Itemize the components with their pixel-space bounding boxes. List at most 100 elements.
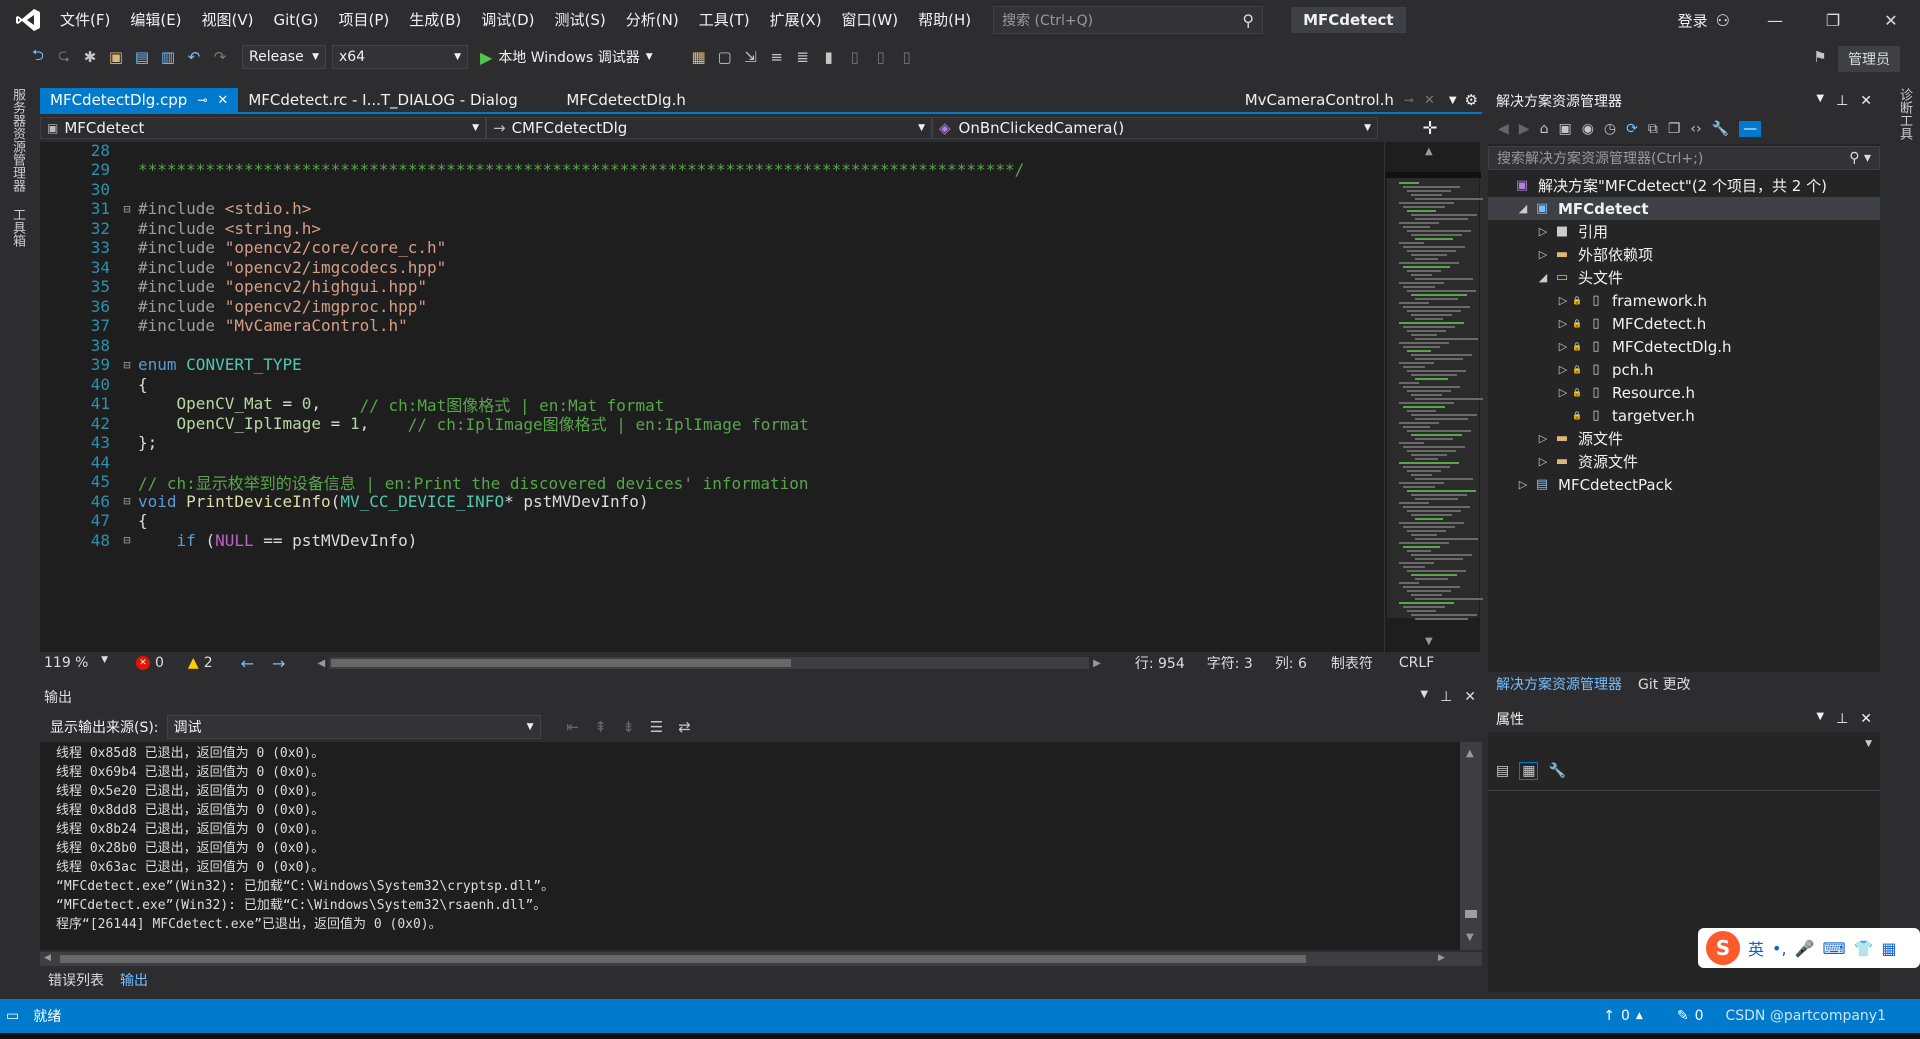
error-count[interactable]: ✕ 0 [136,655,164,671]
microphone-icon[interactable]: 🎤 [1795,939,1815,958]
tree-item[interactable]: ▷ ▤ MFCdetectPack [1488,473,1880,496]
settings-gear-icon[interactable]: ⚙ [1461,88,1482,112]
output-text[interactable]: 线程 0x85d8 已退出，返回值为 0 (0x0)。 线程 0x69b4 已退出… [40,742,1460,950]
warning-count[interactable]: ▲ 2 [188,655,213,671]
switch-views-icon[interactable]: ▣ [1558,121,1571,137]
login-button[interactable]: 登录 ⚇ [1678,10,1730,31]
ime-toolbar[interactable]: S 英 •, 🎤 ⌨ 👕 ▦ [1698,928,1920,968]
configuration-select[interactable]: Release ▼ [242,45,326,69]
back-icon[interactable]: ◀ [1498,121,1509,137]
chevron-down-icon[interactable]: ▼ [1420,689,1428,705]
menu-item[interactable]: 调试(D) [471,0,544,40]
screenshot-icon[interactable]: ▢ [715,47,735,67]
bookmark-icon[interactable]: ▮ [819,47,839,67]
fold-toggle-icon[interactable]: ⊟ [116,533,138,547]
show-all-files-icon[interactable]: ◉ [1582,121,1594,137]
editor-horizontal-scrollbar[interactable] [329,657,1090,669]
save-icon[interactable]: ▤ [132,47,152,67]
close-icon[interactable]: ✕ [1860,711,1872,727]
tree-item[interactable]: ▷ 🔒 ▯ MFCdetect.h [1488,312,1880,335]
output-horizontal-scrollbar[interactable]: ◀ ▶ [40,952,1482,966]
restore-button[interactable]: ❐ [1804,0,1862,40]
toolbox-tab[interactable]: 工具箱 [7,208,27,247]
minimize-button[interactable]: — [1746,0,1804,40]
scroll-left-icon[interactable]: ◀ [44,953,51,963]
forward-icon[interactable]: ▶ [1519,121,1530,137]
member-dropdown[interactable]: ◈ OnBnClickedCamera() ▼ [932,117,1378,139]
menu-item[interactable]: 视图(V) [192,0,264,40]
tree-item[interactable]: ▷ ■ 引用 [1488,220,1880,243]
output-window-icon[interactable]: ▭ [6,1008,19,1024]
scroll-right-icon[interactable]: ▶ [1093,658,1101,669]
live-share-icon[interactable]: ⚑ [1810,47,1830,67]
collapsed-arrow-icon[interactable]: ▷ [1554,363,1572,376]
pending-changes-icon[interactable]: ◷ [1604,121,1616,137]
platform-select[interactable]: x64 ▼ [332,45,468,69]
menu-item[interactable]: 分析(N) [616,0,689,40]
menu-item[interactable]: Git(G) [264,0,329,40]
word-wrap-icon[interactable]: ⇄ [675,717,695,737]
collapsed-arrow-icon[interactable]: ▷ [1514,478,1532,491]
categorized-icon[interactable]: ▤ [1496,763,1509,779]
arrow-right-icon[interactable]: → [272,654,285,673]
chevron-down-icon[interactable]: ▼ [1816,93,1824,109]
comment-icon[interactable]: ≡ [767,47,787,67]
tabs-indicator[interactable]: 制表符 [1331,653,1373,673]
collapsed-arrow-icon[interactable]: ▷ [1534,432,1552,445]
class-dropdown[interactable]: → CMFCdetectDlg ▼ [486,117,932,139]
collapsed-arrow-icon[interactable]: ▷ [1554,294,1572,307]
tree-item[interactable]: ▷ 🔒 ▯ MFCdetectDlg.h [1488,335,1880,358]
char-indicator[interactable]: 字符: 3 [1207,653,1253,673]
clear-all-icon[interactable]: ☰ [647,717,667,737]
tree-item[interactable]: ▷ ▬ 外部依赖项 [1488,243,1880,266]
save-all-icon[interactable]: ▥ [158,47,178,67]
property-pages-icon[interactable]: 🔧 [1548,763,1565,779]
pin-icon[interactable]: ⊥ [1440,689,1452,705]
start-debugging-button[interactable]: ▶ 本地 Windows 调试器 ▼ [474,47,659,67]
publish-indicator[interactable]: ↑ 0 ▲ [1603,1008,1643,1024]
diagnostics-tab[interactable]: 诊断工具 [1894,88,1914,140]
fold-toggle-icon[interactable]: ⊟ [116,358,138,372]
tree-item[interactable]: ▷ ▬ 源文件 [1488,427,1880,450]
tree-item[interactable]: 🔒 ▯ targetver.h [1488,404,1880,427]
redo-icon[interactable]: ↷ [210,47,230,67]
tab-mfcdetectdlg-h[interactable]: MFCdetectDlg.h [556,88,696,112]
tree-item[interactable]: ▷ 🔒 ▯ pch.h [1488,358,1880,381]
output-vertical-scrollbar[interactable]: ▲ ▼ [1460,742,1482,950]
next-bookmark-icon[interactable]: ▯ [871,47,891,67]
tab-output[interactable]: 输出 [112,970,156,992]
tree-item[interactable]: ▣ 解决方案"MFCdetect"(2 个项目，共 2 个) [1488,174,1880,197]
pin-icon[interactable]: ⊥ [1836,93,1848,109]
menu-item[interactable]: 扩展(X) [760,0,832,40]
new-project-icon[interactable]: ✱ [80,47,100,67]
collapsed-arrow-icon[interactable]: ▷ [1534,225,1552,238]
collapsed-arrow-icon[interactable]: ▷ [1554,386,1572,399]
close-window-button[interactable]: ✕ [1862,0,1920,40]
tab-mvcameracontrol-h[interactable]: MvCameraControl.h ⊸ ✕ [1235,88,1445,112]
clear-bookmarks-icon[interactable]: ▯ [897,47,917,67]
open-file-icon[interactable]: ▣ [106,47,126,67]
fold-toggle-icon[interactable]: ⊟ [116,202,138,216]
forward-icon[interactable]: ⮎ [54,46,74,67]
collapse-all-icon[interactable]: ⧉ [1648,121,1658,137]
tree-item[interactable]: ◢ ▣ MFCdetect [1488,197,1880,220]
scroll-down-icon[interactable]: ▼ [1425,636,1433,647]
pin-icon[interactable]: ⊸ [197,93,207,107]
code-icon[interactable]: ‹› [1690,121,1701,137]
folder-icon[interactable]: ▦ [689,47,709,67]
punctuation-icon[interactable]: •, [1772,939,1787,958]
scroll-down-icon[interactable]: ▼ [1466,932,1474,943]
object-select[interactable]: ▼ [1488,732,1880,756]
back-icon[interactable]: ⮌ [28,46,48,67]
zoom-select[interactable]: 119 % ▼ [40,655,114,671]
close-icon[interactable]: ✕ [217,93,228,108]
project-dropdown[interactable]: ▣ MFCdetect ▼ [40,117,486,139]
preview-icon[interactable]: — [1739,121,1762,137]
admin-badge[interactable]: 管理员 [1838,46,1900,72]
chevron-down-icon[interactable]: ▼ [1816,711,1824,727]
keyboard-icon[interactable]: ⌨ [1822,939,1845,958]
visual-studio-logo-icon[interactable] [12,6,44,34]
pin-icon[interactable]: ⊥ [1836,711,1848,727]
menu-item[interactable]: 项目(P) [329,0,400,40]
scroll-left-icon[interactable]: ◀ [317,658,325,669]
